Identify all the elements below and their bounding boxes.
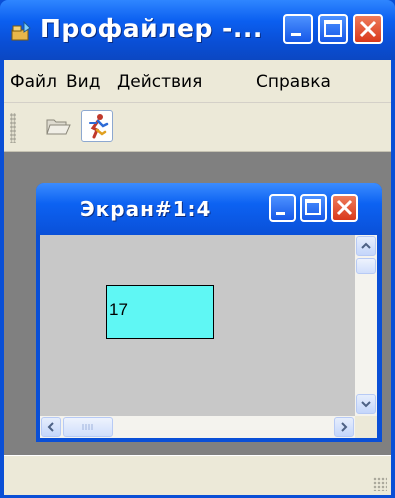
- scroll-down-button[interactable]: [356, 394, 376, 414]
- open-folder-icon: [46, 119, 71, 135]
- child-maximize-button[interactable]: [300, 194, 327, 222]
- menu-help[interactable]: Справка: [256, 72, 331, 92]
- main-title-bar[interactable]: Профайлер -...: [0, 0, 395, 60]
- child-window: Экран#1:4 17: [36, 183, 382, 442]
- scroll-left-button[interactable]: [41, 417, 61, 437]
- vertical-scrollbar[interactable]: [355, 235, 377, 416]
- chevron-right-icon: [341, 422, 348, 432]
- close-button[interactable]: [353, 14, 383, 44]
- canvas-shape[interactable]: 17: [106, 285, 214, 339]
- runner-icon: [89, 114, 109, 139]
- maximize-icon: [305, 199, 321, 215]
- window-title: Профайлер -...: [40, 14, 263, 43]
- menu-file[interactable]: Файл: [10, 72, 57, 92]
- toolbar: [4, 103, 391, 152]
- child-close-button[interactable]: [331, 194, 358, 222]
- minimize-icon: [276, 212, 285, 215]
- vertical-scroll-thumb[interactable]: [356, 258, 376, 274]
- open-button[interactable]: [42, 110, 74, 142]
- scroll-corner: [355, 416, 377, 438]
- scroll-right-button[interactable]: [334, 417, 354, 437]
- child-title-bar[interactable]: Экран#1:4: [36, 183, 382, 235]
- child-window-title: Экран#1:4: [80, 197, 212, 221]
- app-icon: [11, 20, 31, 41]
- maximize-button[interactable]: [318, 14, 348, 44]
- toolbar-grip[interactable]: [10, 113, 16, 143]
- scroll-up-button[interactable]: [356, 236, 376, 256]
- close-icon: [336, 199, 353, 216]
- grip-icon: [82, 424, 93, 430]
- menu-bar: Файл Вид Действия Справка: [4, 60, 391, 103]
- chevron-up-icon: [361, 242, 371, 249]
- close-icon: [359, 20, 377, 38]
- chevron-down-icon: [361, 401, 371, 408]
- status-bar: [4, 455, 391, 495]
- maximize-icon: [324, 20, 342, 37]
- minimize-icon: [291, 33, 301, 36]
- horizontal-scroll-thumb[interactable]: [63, 417, 113, 437]
- menu-view[interactable]: Вид: [66, 72, 100, 92]
- run-button[interactable]: [81, 110, 113, 142]
- menu-actions[interactable]: Действия: [117, 72, 202, 92]
- main-window: Профайлер -... Файл Вид Действия Справка: [0, 0, 395, 498]
- child-minimize-button[interactable]: [269, 194, 296, 222]
- minimize-button[interactable]: [283, 14, 313, 44]
- shape-label: 17: [109, 300, 128, 319]
- chevron-left-icon: [47, 422, 54, 432]
- resize-grip[interactable]: [373, 477, 387, 491]
- canvas-area[interactable]: 17: [40, 235, 377, 438]
- horizontal-scrollbar[interactable]: [40, 416, 355, 438]
